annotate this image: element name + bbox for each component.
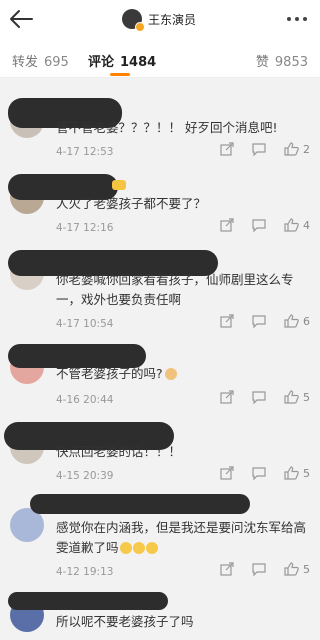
share-button[interactable] [220,390,234,404]
page-title: 王东演员 [148,12,197,27]
comment-actions: 2 [202,142,310,156]
more-dots-icon[interactable] [286,10,308,28]
share-button[interactable] [220,314,234,328]
comment-item: 快点回老婆的话！！！ 4-15 20:39 5 [0,420,320,500]
share-button[interactable] [220,562,234,576]
comment-icon [252,143,266,156]
share-button[interactable] [220,142,234,156]
comment-time: 4-17 12:16 [56,222,114,234]
reply-button[interactable] [252,218,266,232]
like-count: 5 [303,466,310,480]
reply-button[interactable] [252,466,266,480]
like-button[interactable]: 2 [284,142,310,156]
cat-emoji-icon [164,368,177,380]
thumb-up-icon [284,466,299,480]
tab-active-indicator [110,73,130,76]
thumb-up-icon [284,562,299,576]
like-count: 5 [303,562,310,576]
tab-repost-count: 695 [44,55,69,70]
top-bar: 王东演员 [0,0,320,40]
crying-emoji-icon [145,542,158,554]
comment-item: 人火了老婆孩子都不要了？ 4-17 12:16 4 [0,168,320,246]
back-arrow-icon[interactable] [8,8,34,30]
tab-repost[interactable]: 转发 695 [12,51,69,70]
comment-time: 4-17 12:53 [56,146,114,158]
crying-emoji-icon [132,542,145,554]
tab-repost-label: 转发 [12,55,39,70]
comment-text: 快点回老婆的话！！！ [56,444,182,459]
verified-badge-icon [135,22,145,32]
comment-text: 人火了老婆孩子都不要了？ [56,196,207,211]
share-icon [220,466,234,480]
comment-item: 你老婆喊你回家看看孩子，仙师剧里这么专一，戏外也要负责任啊 4-17 10:54… [0,246,320,342]
reply-button[interactable] [252,314,266,328]
tab-comment-count: 1484 [120,55,157,70]
comment-actions: 5 [202,390,310,404]
comment-time: 4-17 10:54 [56,318,114,330]
tab-like-count: 9853 [274,55,308,70]
tab-bar: 转发 695 评论 1484 赞 9853 [0,40,320,78]
tab-comment-label: 评论 [88,55,115,70]
tab-like-label: 赞 [255,55,269,70]
share-button[interactable] [220,466,234,480]
comment-item: 感觉你在内涵我，但是我还是要问沈东军给高雯道歉了吗 4-12 19:13 5 [0,492,320,588]
comment-actions: 5 [202,562,310,576]
thumb-up-icon [284,390,299,404]
reply-button[interactable] [252,562,266,576]
like-button[interactable]: 4 [284,218,310,232]
share-icon [220,562,234,576]
comment-text: 管不管老婆？？？！！ 好歹回个消息吧! [56,120,278,135]
comment-icon [252,467,266,480]
thumb-up-icon [284,314,299,328]
reply-button[interactable] [252,142,266,156]
comment-text: 所以呢不要老婆孩子了吗 [56,614,194,629]
comment-icon [252,219,266,232]
share-icon [220,218,234,232]
crying-emoji-icon [119,542,132,554]
avatar [122,9,145,32]
share-icon [220,314,234,328]
share-icon [220,390,234,404]
redacted-username [8,592,168,610]
redacted-username [30,494,250,514]
share-button[interactable] [220,218,234,232]
share-icon [220,142,234,156]
like-button[interactable]: 5 [284,562,310,576]
comment-icon [252,563,266,576]
like-button[interactable]: 6 [284,314,310,328]
comment-icon [252,315,266,328]
thumb-up-icon [284,218,299,232]
account-title[interactable]: 王东演员 [122,8,197,32]
comment-text: 不管老婆孩子的吗? [56,364,312,384]
comment-actions: 5 [202,466,310,480]
tab-like[interactable]: 赞 9853 [256,51,308,70]
comment-item: 所以呢不要老婆孩子了吗 [0,588,320,640]
thumb-up-icon [284,142,299,156]
tab-comment[interactable]: 评论 1484 [88,51,156,70]
vip-badge-icon [112,180,126,190]
comment-time: 4-15 20:39 [56,470,114,482]
like-button[interactable]: 5 [284,466,310,480]
comment-text-body: 不管老婆孩子的吗? [56,366,163,381]
like-count: 2 [303,142,310,156]
like-count: 6 [303,314,310,328]
comment-actions: 4 [202,218,310,232]
like-button[interactable]: 5 [284,390,310,404]
comment-actions: 6 [202,314,310,328]
comment-time: 4-16 20:44 [56,394,114,406]
comment-text: 感觉你在内涵我，但是我还是要问沈东军给高雯道歉了吗 [56,518,312,558]
comment-time: 4-12 19:13 [56,566,114,578]
comment-text-body: 感觉你在内涵我，但是我还是要问沈东军给高雯道歉了吗 [56,520,307,555]
reply-button[interactable] [252,390,266,404]
like-count: 4 [303,218,310,232]
comment-text: 你老婆喊你回家看看孩子，仙师剧里这么专一，戏外也要负责任啊 [56,272,294,307]
comment-item: 管不管老婆？？？！！ 好歹回个消息吧! 4-17 12:53 2 [0,90,320,168]
comment-item: 不管老婆孩子的吗? 4-16 20:44 5 [0,342,320,420]
comment-icon [252,391,266,404]
like-count: 5 [303,390,310,404]
